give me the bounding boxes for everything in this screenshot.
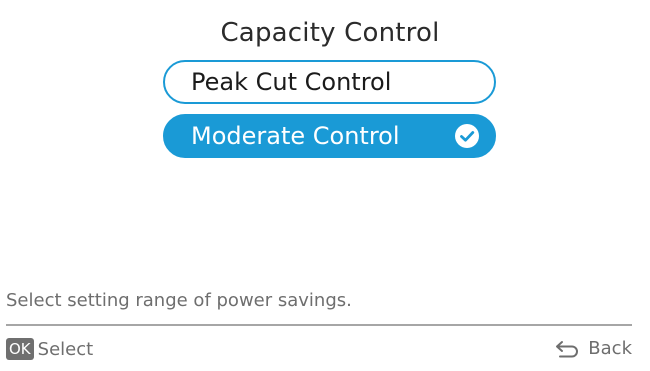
select-label: Select bbox=[37, 338, 94, 360]
hint-text: Select setting range of power savings. bbox=[6, 290, 352, 311]
option-label: Moderate Control bbox=[191, 122, 400, 150]
option-label: Peak Cut Control bbox=[191, 68, 392, 96]
capacity-control-screen: Capacity Control Peak Cut Control Modera… bbox=[0, 0, 650, 371]
back-arrow-icon bbox=[556, 340, 579, 357]
back-button[interactable]: Back bbox=[554, 338, 632, 359]
check-circle-icon bbox=[455, 124, 479, 148]
option-moderate-control[interactable]: Moderate Control bbox=[163, 114, 496, 158]
page-title: Capacity Control bbox=[220, 18, 440, 48]
option-peak-cut-control[interactable]: Peak Cut Control bbox=[163, 60, 496, 104]
footer-divider bbox=[6, 324, 632, 326]
select-hint: OK Select bbox=[6, 338, 93, 360]
back-label: Back bbox=[588, 338, 632, 359]
ok-badge: OK bbox=[6, 338, 34, 360]
